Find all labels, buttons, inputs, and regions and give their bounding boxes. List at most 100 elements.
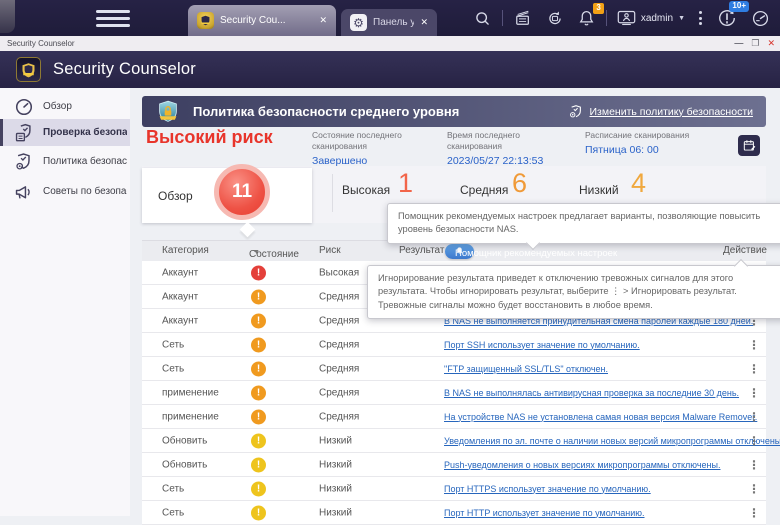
status-exclamation-icon: ! bbox=[251, 433, 266, 448]
status-exclamation-icon: ! bbox=[251, 385, 266, 400]
security-counselor-icon bbox=[197, 12, 214, 29]
assistant-tooltip: Помощник рекомендуемых настроек предлага… bbox=[387, 203, 780, 244]
background-tasks-icon[interactable] bbox=[514, 10, 532, 26]
result-link[interactable]: Уведомления по эл. почте о наличии новых… bbox=[444, 436, 780, 446]
gear-icon: ⚙ bbox=[350, 14, 367, 31]
more-options-icon[interactable] bbox=[699, 11, 702, 25]
scan-info-column: Состояние последнего сканированияЗаверше… bbox=[312, 130, 442, 167]
gauge-icon bbox=[14, 97, 34, 117]
row-actions-menu-icon[interactable]: ⋮ bbox=[748, 458, 760, 472]
overview-tab-label: Обзор bbox=[158, 189, 193, 203]
row-actions-menu-icon[interactable]: ⋮ bbox=[748, 386, 760, 400]
table-row: Обновить!НизкийУведомления по эл. почте … bbox=[142, 429, 766, 453]
security-counselor-logo bbox=[16, 57, 41, 82]
status-exclamation-icon: ! bbox=[251, 505, 266, 520]
table-row: Сеть! Низкий Порт HTTP использует значение… bbox=[142, 501, 766, 525]
app-tabs: Security Cou...✕⚙Панель упра...✕ bbox=[188, 0, 442, 36]
restore-icon[interactable]: ❐ bbox=[751, 39, 759, 48]
close-icon[interactable]: ✕ bbox=[767, 39, 775, 48]
table-row: применение!СредняяВ NAS не выполнялась а… bbox=[142, 381, 766, 405]
status-exclamation-icon: ! bbox=[251, 457, 266, 472]
username: xadmin bbox=[641, 13, 673, 24]
app-tab[interactable]: ⚙Панель упра...✕ bbox=[341, 9, 437, 36]
table-row: Сеть! Средняя "FTP защищенный SSL/TLS" отк… bbox=[142, 357, 766, 381]
tab-close-icon[interactable]: ✕ bbox=[420, 17, 428, 28]
category-cell: применение bbox=[162, 411, 219, 422]
risk-cell: Низкий bbox=[319, 507, 352, 518]
tab-close-icon[interactable]: ✕ bbox=[319, 15, 327, 26]
status-exclamation-icon: ! bbox=[251, 409, 266, 424]
row-actions-menu-icon[interactable]: ⋮ bbox=[748, 362, 760, 376]
risk-cell: Средняя bbox=[319, 291, 359, 302]
status-exclamation-icon: ! bbox=[251, 289, 266, 304]
sidebar-item[interactable]: Советы по безопасно... bbox=[0, 178, 130, 205]
result-link[interactable]: Порт HTTP использует значение по умолчан… bbox=[444, 508, 645, 518]
dashboard-icon[interactable] bbox=[751, 9, 770, 28]
tray-divider bbox=[502, 10, 503, 26]
sidebar-item[interactable]: Обзор bbox=[0, 93, 130, 120]
sidebar-item[interactable]: Проверка безопасно... bbox=[0, 119, 133, 146]
sidebar-item[interactable]: Политика безопаснос... bbox=[0, 148, 130, 175]
status-exclamation-icon: ! bbox=[251, 313, 266, 328]
result-link[interactable]: В NAS не выполнялась антивирусная провер… bbox=[444, 388, 739, 398]
scan-info-label: Время последнего сканирования bbox=[447, 130, 577, 152]
result-link[interactable]: "FTP защищенный SSL/TLS" отключен. bbox=[444, 364, 608, 374]
system-tray: 3 xadmin ▼ 10+ bbox=[467, 0, 780, 36]
category-cell: Сеть bbox=[162, 507, 184, 518]
sidebar-item-label: Советы по безопасно... bbox=[43, 186, 127, 197]
risk-cell: Средняя bbox=[319, 411, 359, 422]
severity-count: 6 bbox=[512, 168, 527, 199]
category-cell: Обновить bbox=[162, 459, 207, 470]
notification-count-badge: 3 bbox=[593, 3, 603, 14]
category-cell: Сеть bbox=[162, 363, 184, 374]
risk-cell: Низкий bbox=[319, 435, 352, 446]
category-cell: Обновить bbox=[162, 435, 207, 446]
category-cell: применение bbox=[162, 387, 219, 398]
row-actions-menu-icon[interactable]: ⋮ bbox=[748, 410, 760, 424]
shield-gear-icon bbox=[14, 152, 34, 172]
caret-down-icon: ▼ bbox=[678, 15, 685, 22]
row-actions-menu-icon[interactable]: ⋮ bbox=[748, 482, 760, 496]
scan-info-value: Пятница 06: 00 bbox=[585, 144, 715, 156]
scan-info-label: Состояние последнего сканирования bbox=[312, 130, 442, 152]
row-actions-menu-icon[interactable]: ⋮ bbox=[748, 338, 760, 352]
window-title: Security Counselor bbox=[7, 39, 75, 48]
resource-monitor-icon[interactable]: 10+ bbox=[717, 8, 737, 28]
sidebar-item-label: Политика безопаснос... bbox=[43, 156, 127, 167]
result-link[interactable]: Порт HTTPS использует значение по умолча… bbox=[444, 484, 651, 494]
severity-label: Низкий bbox=[579, 183, 619, 197]
ignore-result-tooltip: Игнорирование результата приведет к откл… bbox=[367, 265, 780, 319]
policy-level-title: Политика безопасности среднего уровня bbox=[193, 104, 459, 119]
security-policy-banner: Политика безопасности среднего уровня Из… bbox=[142, 96, 766, 127]
change-policy-link[interactable]: Изменить политику безопасности bbox=[568, 96, 754, 127]
restart-queue-icon[interactable] bbox=[546, 10, 564, 27]
desktop-taskbar: Security Cou...✕⚙Панель упра...✕ 3 xadmi… bbox=[0, 0, 780, 36]
scan-info-column: Расписание сканирования Пятница 06: 00 bbox=[585, 130, 715, 156]
policy-shield-icon bbox=[156, 100, 180, 124]
status-exclamation-icon: ! bbox=[251, 361, 266, 376]
category-cell: Аккаунт bbox=[162, 291, 198, 302]
row-actions-menu-icon[interactable]: ⋮ bbox=[748, 506, 760, 520]
result-link[interactable]: На устройстве NAS не установлена самая н… bbox=[444, 412, 757, 422]
result-link[interactable]: Порт SSH использует значение по умолчани… bbox=[444, 340, 640, 350]
risk-level-text: Высокий риск bbox=[146, 127, 273, 148]
minimize-icon[interactable]: — bbox=[734, 39, 743, 48]
notifications-bell-icon[interactable]: 3 bbox=[578, 9, 595, 27]
tab-overview[interactable]: Обзор 11 bbox=[142, 168, 312, 223]
user-menu[interactable]: xadmin ▼ bbox=[617, 10, 685, 26]
risk-cell: Средняя bbox=[319, 363, 359, 374]
user-icon bbox=[617, 10, 636, 26]
result-link[interactable]: Push-уведомления о новых версиях микропр… bbox=[444, 460, 721, 470]
recommended-settings-assistant-button[interactable]: Помощник рекомендуемых настроек bbox=[445, 244, 474, 259]
row-actions-menu-icon[interactable]: ⋮ bbox=[748, 434, 760, 448]
app-tab[interactable]: Security Cou...✕ bbox=[188, 5, 336, 36]
tray-divider bbox=[606, 10, 607, 26]
sort-caret-icon: ▼ bbox=[253, 249, 260, 256]
scan-info-label: Расписание сканирования bbox=[585, 130, 715, 141]
megaphone-icon bbox=[14, 182, 34, 202]
search-icon[interactable] bbox=[474, 10, 491, 27]
category-cell: Сеть bbox=[162, 483, 184, 494]
edit-schedule-icon[interactable] bbox=[738, 135, 760, 156]
main-menu-icon[interactable] bbox=[96, 10, 130, 27]
header-result: Результат bbox=[399, 245, 444, 256]
